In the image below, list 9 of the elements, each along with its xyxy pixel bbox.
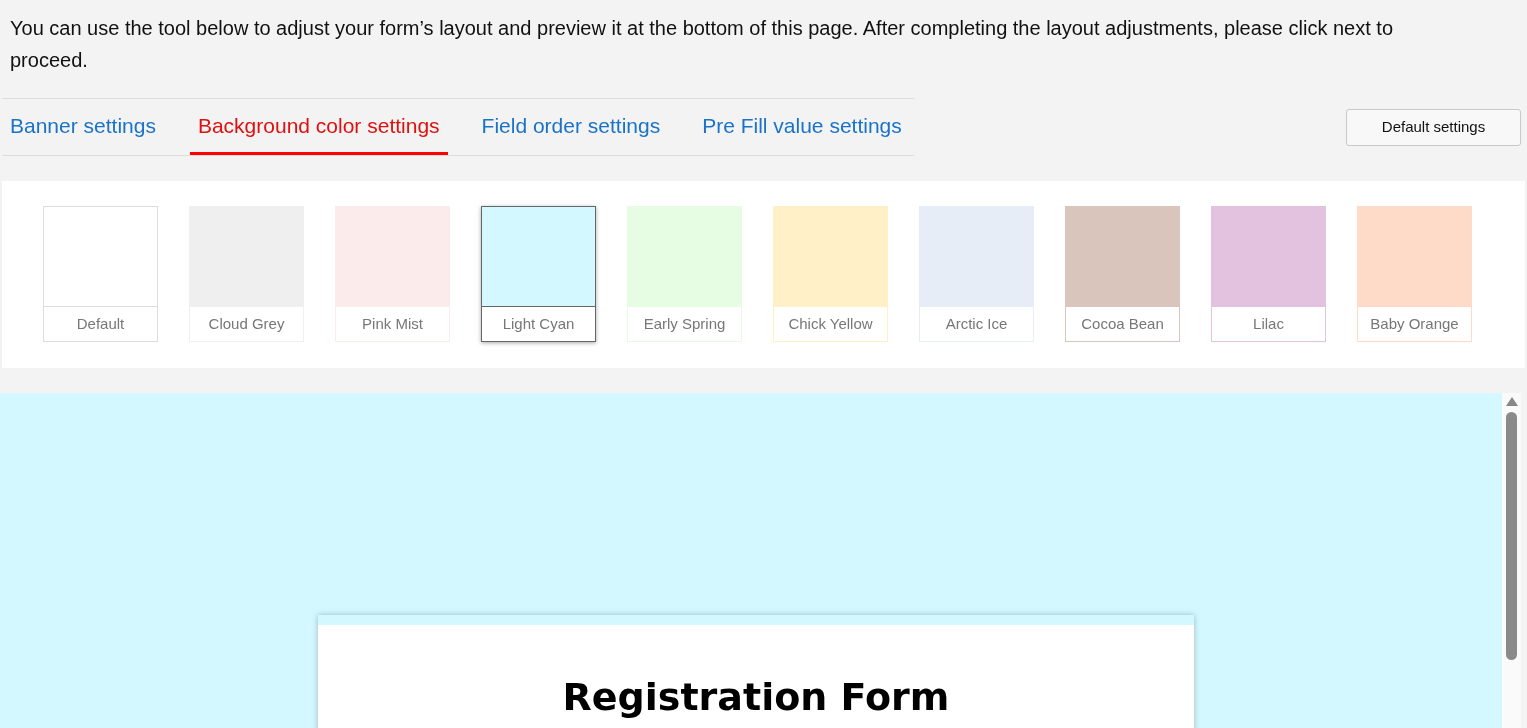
- settings-tab[interactable]: Pre Fill value settings: [694, 99, 910, 155]
- scrollbar-thumb[interactable]: [1506, 412, 1517, 660]
- scroll-up-icon[interactable]: [1505, 397, 1518, 406]
- settings-tab[interactable]: Background color settings: [189, 99, 448, 155]
- settings-tab[interactable]: Banner settings: [2, 99, 164, 155]
- settings-tab[interactable]: Field order settings: [473, 99, 669, 155]
- default-settings-button[interactable]: Default settings: [1346, 108, 1521, 146]
- form-title: Registration Form: [562, 674, 950, 721]
- intro-text: You can use the tool below to adjust your form’s layout and preview it at the bottom of this page. After completing the layout adjustments, please click next to proceed.: [9, 16, 1395, 73]
